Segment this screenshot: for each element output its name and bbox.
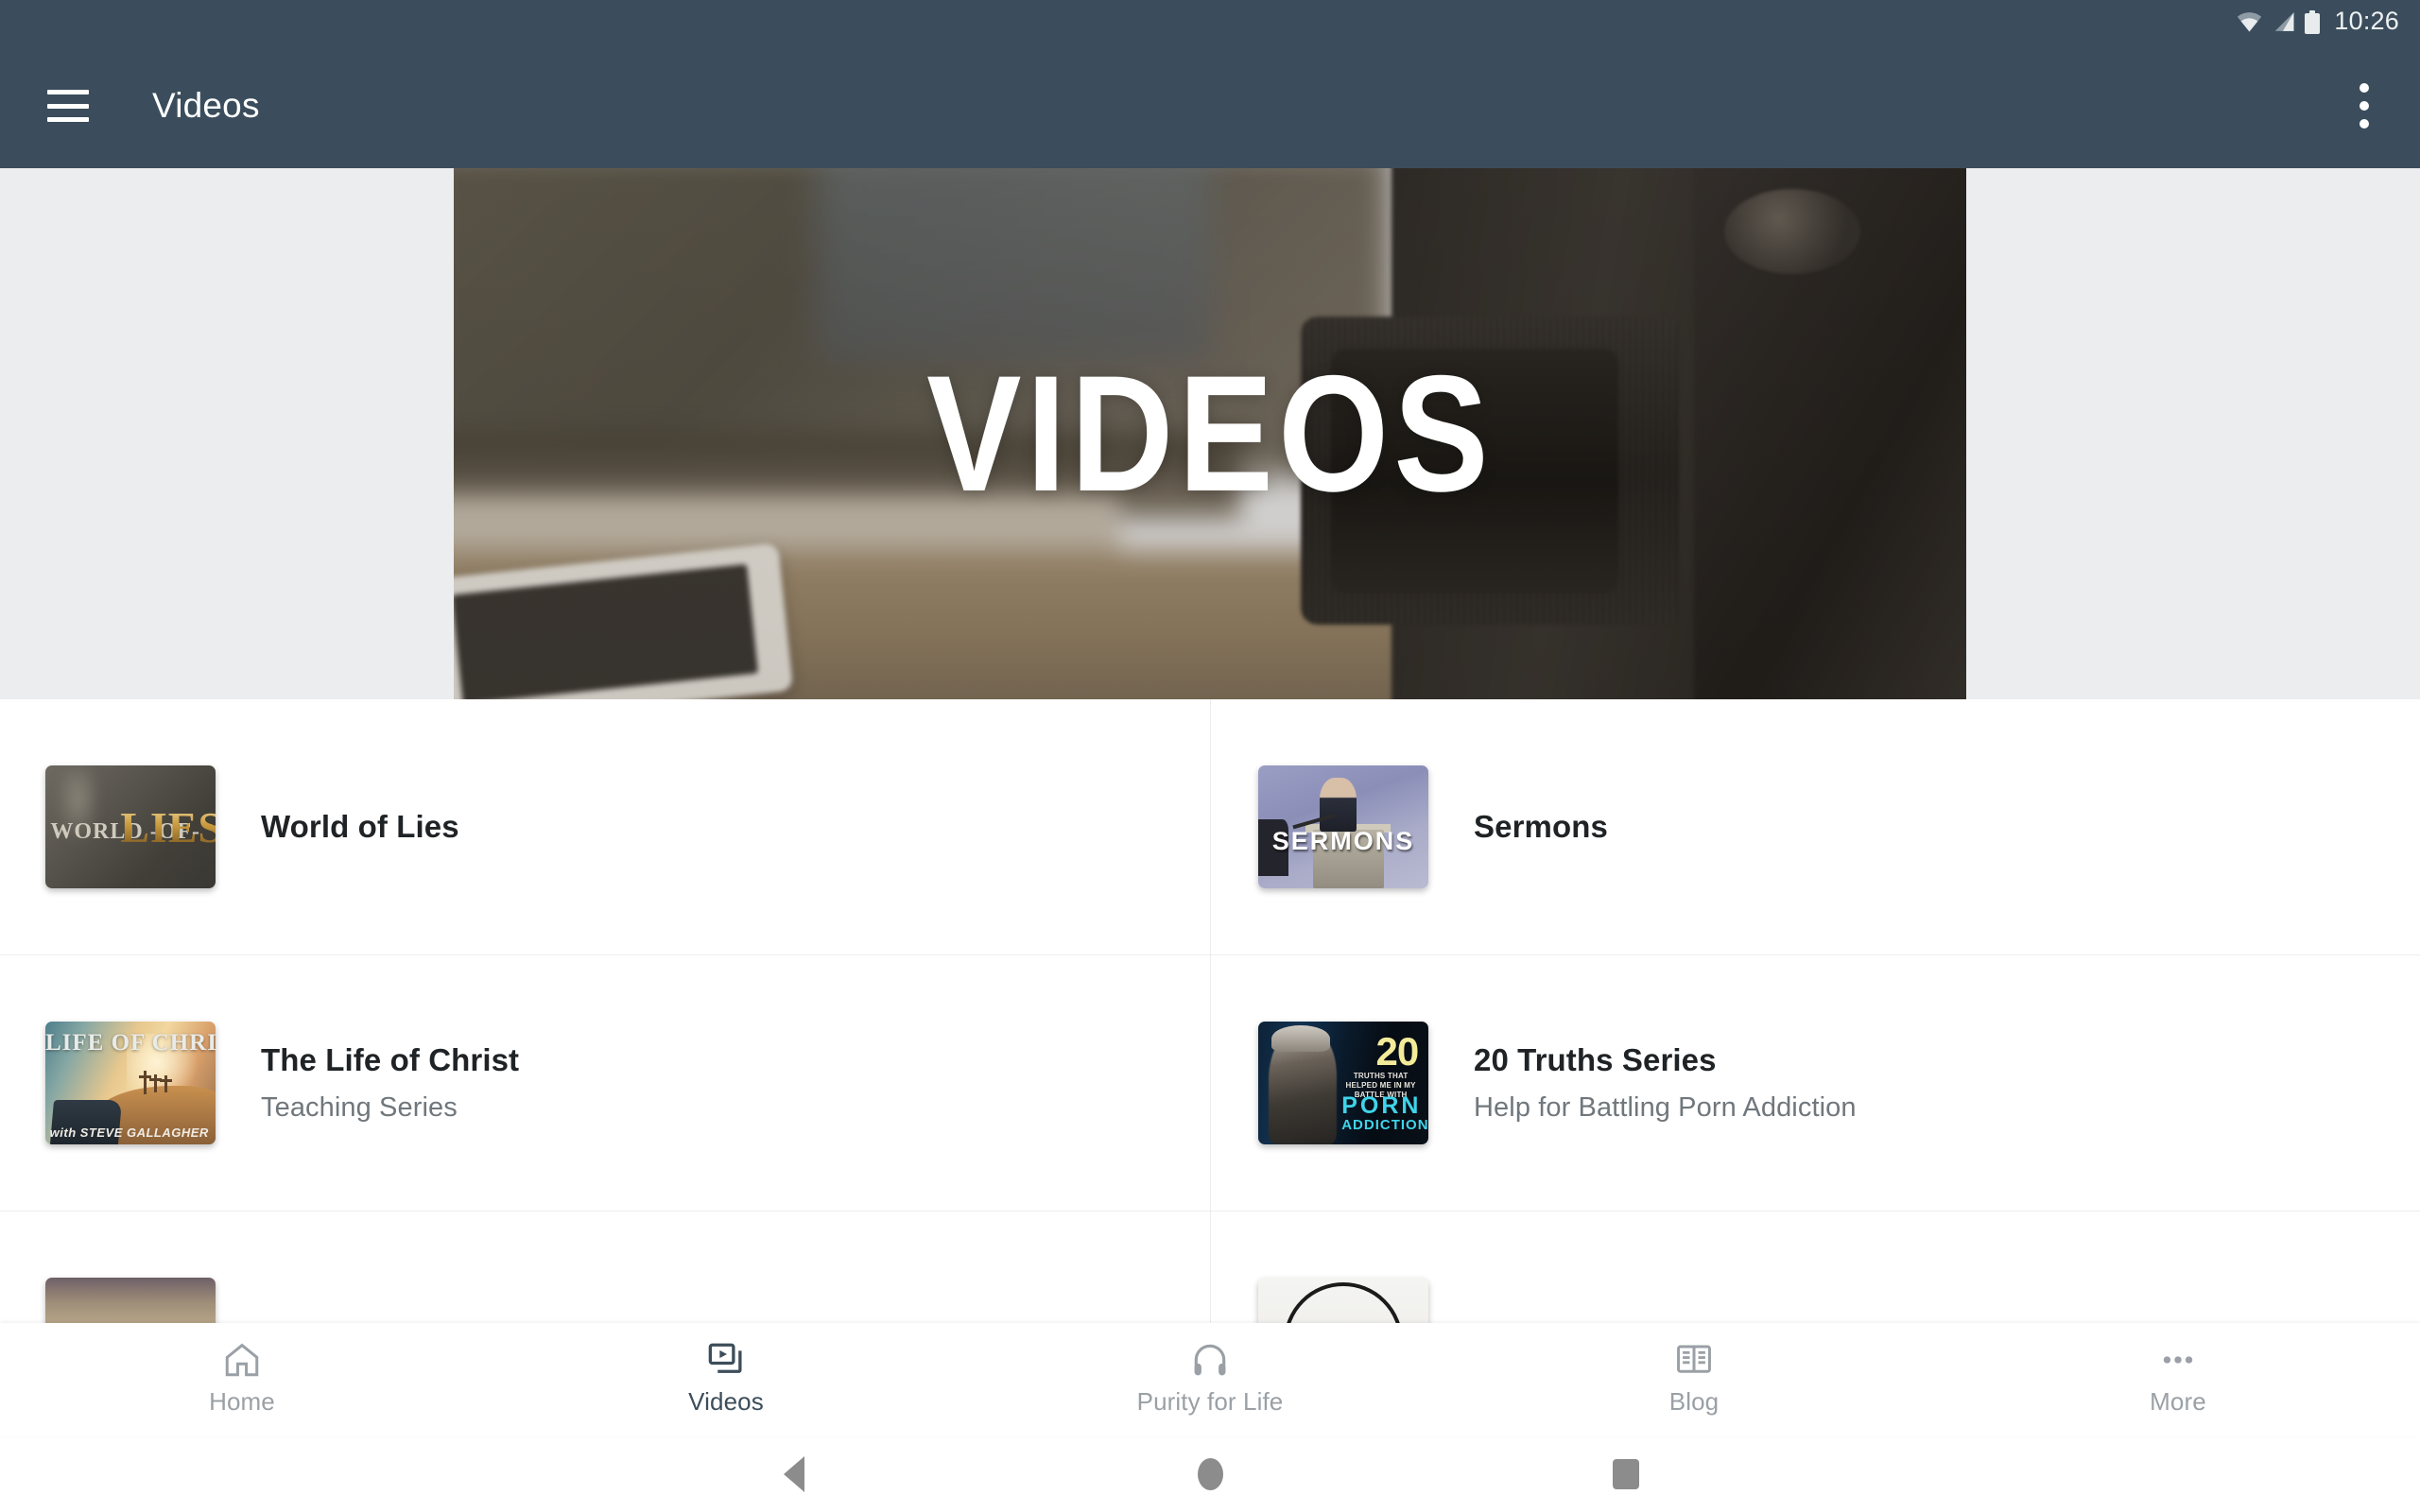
back-triangle-icon[interactable]: [737, 1446, 851, 1503]
thumbnail-sermons: SERMONS: [1258, 765, 1428, 888]
status-icons: [2237, 9, 2321, 34]
thumb-word: with STEVE GALLAGHER: [49, 1125, 209, 1140]
list-item-title: Sermons: [1474, 809, 1608, 845]
hero-title: VIDEOS: [926, 341, 1494, 526]
list-item-20-truths-series[interactable]: 20 TRUTHS THAT HELPED ME IN MY BATTLE WI…: [1210, 955, 2420, 1211]
thumbnail-life-of-christ: LIFE OF CHRIST with STEVE GALLAGHER: [45, 1022, 216, 1144]
more-horizontal-icon: [2158, 1338, 2198, 1382]
list-item-world-of-lies[interactable]: WORLD -OF- LIES World of Lies: [0, 699, 1210, 954]
home-circle-icon[interactable]: [1153, 1446, 1267, 1503]
open-book-icon: [1674, 1338, 1714, 1382]
thumbnail-sacred-things: SACRED THINGS: [45, 1278, 216, 1323]
hamburger-menu-icon[interactable]: [47, 90, 89, 122]
headphones-icon: [1190, 1338, 1230, 1382]
thumb-word: SERMONS: [1271, 827, 1415, 855]
list-item-text: World of Lies: [261, 808, 459, 846]
hero-banner-area: VIDEOS: [0, 168, 2420, 699]
tab-videos[interactable]: Videos: [484, 1323, 968, 1417]
thumb-word: PORN: [1341, 1092, 1422, 1120]
list-item-title: The Life of Christ: [261, 1042, 520, 1078]
thumb-word: LIFE OF CHRIST: [45, 1030, 216, 1057]
list-item-subtitle: Teaching Series: [261, 1091, 458, 1123]
thumb-word: LIES: [120, 802, 216, 852]
tab-home[interactable]: Home: [0, 1323, 484, 1417]
tab-label: Blog: [1668, 1387, 1720, 1416]
app-screen: 10:26 Videos VIDEOS WORLD LIES World of …: [0, 0, 2420, 1512]
list-item-title: 20 Truths Series: [1474, 1042, 1717, 1078]
status-bar: 10:26: [0, 0, 2420, 43]
list-item-sacred-things[interactable]: SACRED THINGS Sacred Things: [0, 1211, 1210, 1323]
android-system-nav: [0, 1436, 2420, 1512]
hero-banner: VIDEOS: [454, 168, 1966, 699]
thumbnail-world-of-lies: WORLD -OF- LIES: [45, 765, 216, 888]
thumb-word: 20: [1375, 1028, 1419, 1074]
tab-label: Home: [209, 1387, 275, 1416]
overflow-menu-icon[interactable]: [2341, 77, 2388, 134]
cell-signal-icon: [2275, 12, 2294, 31]
list-item-subtitle: Help for Battling Porn Addiction: [1474, 1091, 1857, 1123]
thumbnail-ask-the-counselor: ASK THE COUNSELOR: [1258, 1278, 1428, 1323]
table-row: SACRED THINGS Sacred Things ASK THE COUN…: [0, 1211, 2420, 1323]
status-clock: 10:26: [2334, 7, 2399, 35]
tab-label: More: [2150, 1387, 2206, 1416]
tab-blog[interactable]: Blog: [1452, 1323, 1936, 1417]
list-item-text: The Life of Christ Teaching Series: [261, 1041, 519, 1124]
tab-purity-for-life[interactable]: Purity for Life: [968, 1323, 1452, 1417]
tab-label: Videos: [688, 1387, 764, 1416]
bottom-tab-bar: Home Videos Purity for Life Blog More: [0, 1323, 2420, 1436]
wifi-icon: [2238, 12, 2262, 32]
list-item-the-life-of-christ[interactable]: LIFE OF CHRIST with STEVE GALLAGHER The …: [0, 955, 1210, 1211]
content-scroll-area[interactable]: VIDEOS WORLD -OF- LIES World of Lies: [0, 168, 2420, 1323]
home-icon: [222, 1338, 262, 1382]
tab-label: Purity for Life: [1136, 1387, 1284, 1416]
video-library-icon: [706, 1338, 746, 1382]
list-item-text: Sermons: [1474, 808, 1608, 846]
page-title: Videos: [152, 86, 260, 125]
list-item-ask-the-counselor[interactable]: ASK THE COUNSELOR Ask The Counselor: [1210, 1211, 2420, 1323]
list-item-text: 20 Truths Series Help for Battling Porn …: [1474, 1041, 1857, 1124]
battery-icon: [2305, 9, 2321, 34]
list-item-title: World of Lies: [261, 809, 459, 845]
thumbnail-20-truths: 20 TRUTHS THAT HELPED ME IN MY BATTLE WI…: [1258, 1022, 1428, 1144]
video-category-grid: WORLD -OF- LIES World of Lies SERMONS Se…: [0, 699, 2420, 1323]
app-bar: Videos: [0, 43, 2420, 168]
list-item-sermons[interactable]: SERMONS Sermons: [1210, 699, 2420, 954]
recents-square-icon[interactable]: [1569, 1446, 1683, 1503]
tab-more[interactable]: More: [1936, 1323, 2420, 1417]
table-row: WORLD -OF- LIES World of Lies SERMONS Se…: [0, 699, 2420, 954]
table-row: LIFE OF CHRIST with STEVE GALLAGHER The …: [0, 954, 2420, 1211]
thumb-word: ADDICTION: [1341, 1117, 1428, 1134]
